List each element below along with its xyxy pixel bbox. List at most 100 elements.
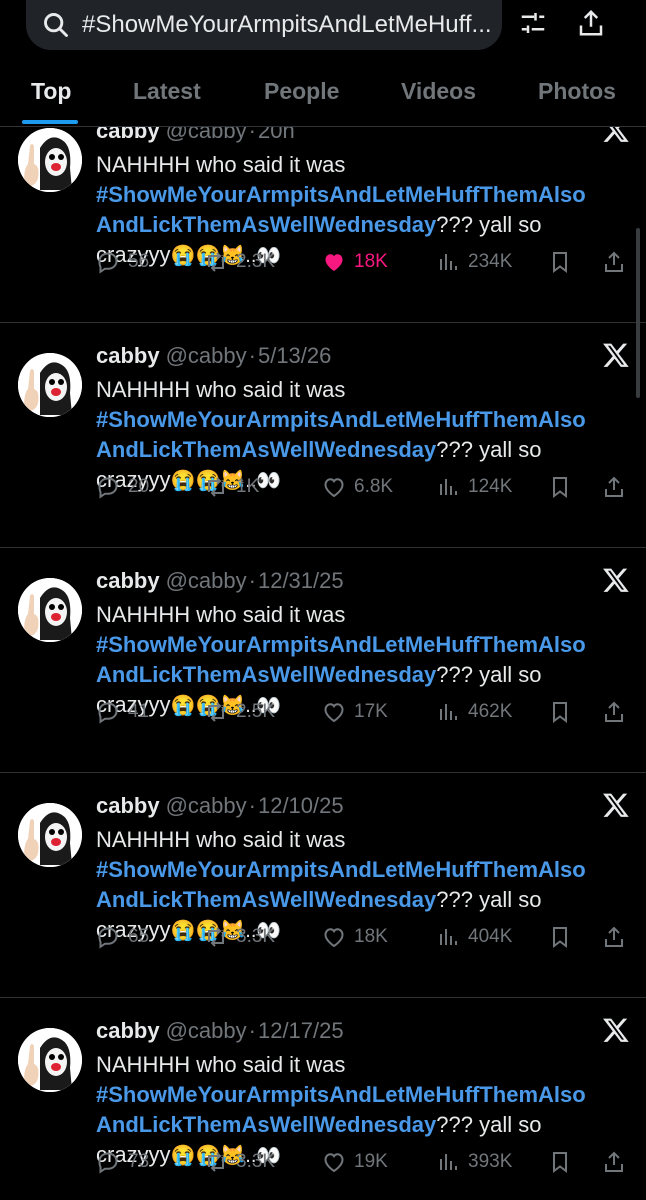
handle[interactable]: @cabby [166,793,247,818]
reply-icon [98,1152,118,1174]
avatar[interactable] [18,353,82,417]
tweet-actions: 41 2.5K 17K 462K [96,700,636,730]
tweet-actions: 56 2.3K 18K 234K [96,250,636,280]
like-button[interactable]: 19K [322,1150,388,1174]
search-icon [44,13,68,37]
views-icon [440,254,457,270]
views-icon [440,929,457,945]
reply-button[interactable]: 65 [96,925,149,949]
bookmark-button[interactable] [548,925,580,949]
handle[interactable]: @cabby [166,1018,247,1043]
share-tweet-button[interactable] [602,925,634,949]
reply-count: 56 [128,251,150,272]
view-count: 404K [468,926,513,947]
like-button[interactable]: 18K [322,925,388,949]
bookmark-button[interactable] [548,475,580,499]
repost-button[interactable]: 1K [204,475,259,499]
reply-button[interactable]: 56 [96,250,149,274]
tweet[interactable]: cabby @cabby·12/31/25 NAHHHH who said it … [0,548,646,773]
tweet-text-start: NAHHHH who said it was [96,827,346,852]
repost-count: 2.3K [236,251,276,272]
reply-button[interactable]: 41 [96,700,149,724]
share-tweet-button[interactable] [602,475,634,499]
views-button[interactable]: 404K [436,925,512,949]
view-count: 234K [468,251,513,272]
timestamp[interactable]: 12/10/25 [258,793,344,818]
like-button[interactable]: 6.8K [322,475,393,499]
tab-people[interactable]: People [264,78,339,105]
search-query[interactable]: #ShowMeYourArmpitsAndLetMeHuff... [82,11,492,39]
view-count: 124K [468,476,513,497]
bookmark-icon [553,927,567,948]
repost-icon [208,477,224,497]
like-button[interactable]: 17K [322,700,388,724]
tweet[interactable]: cabby @cabby·12/17/25 NAHHHH who said it … [0,998,646,1200]
share-icon [605,476,623,497]
reply-icon [98,477,118,499]
avatar[interactable] [18,803,82,867]
tweet-header: cabby @cabby·12/17/25 [96,1018,344,1044]
handle[interactable]: @cabby [166,343,247,368]
x-logo-icon [603,568,629,592]
like-count: 18K [354,926,388,947]
views-button[interactable]: 393K [436,1150,512,1174]
display-name[interactable]: cabby [96,793,160,818]
x-logo-icon [603,343,629,367]
avatar[interactable] [18,1028,82,1092]
tab-top[interactable]: Top [31,78,71,105]
views-icon [440,479,457,495]
views-button[interactable]: 462K [436,700,512,724]
reply-button[interactable]: 20 [96,475,149,499]
tweet[interactable]: cabby @cabby·20h NAHHHH who said it was #… [0,98,646,323]
views-icon [440,704,457,720]
share-icon[interactable] [576,8,606,38]
share-tweet-button[interactable] [602,250,634,274]
tab-photos[interactable]: Photos [538,78,616,105]
tweet[interactable]: cabby @cabby·5/13/26 NAHHHH who said it w… [0,323,646,548]
handle[interactable]: @cabby [166,568,247,593]
bookmark-icon [553,252,567,273]
avatar[interactable] [18,128,82,192]
tweet-actions: 20 1K 6.8K 124K [96,475,636,505]
repost-button[interactable]: 3.3K [204,1150,275,1174]
share-tweet-button[interactable] [602,700,634,724]
bookmark-button[interactable] [548,250,580,274]
repost-button[interactable]: 3.3K [204,925,275,949]
repost-button[interactable]: 2.5K [204,700,275,724]
filter-icon[interactable] [518,8,548,38]
reply-count: 73 [128,1151,150,1172]
search-bar[interactable]: #ShowMeYourArmpitsAndLetMeHuff... [26,0,502,50]
heart-icon [324,928,344,948]
bookmark-button[interactable] [548,700,580,724]
tab-latest[interactable]: Latest [133,78,201,105]
bookmark-button[interactable] [548,1150,580,1174]
repost-count: 3.3K [236,1151,276,1172]
display-name[interactable]: cabby [96,1018,160,1043]
repost-button[interactable]: 2.3K [204,250,275,274]
timestamp[interactable]: 12/17/25 [258,1018,344,1043]
display-name[interactable]: cabby [96,343,160,368]
reply-button[interactable]: 73 [96,1150,149,1174]
tab-videos[interactable]: Videos [401,78,476,105]
x-logo-icon [603,1018,629,1042]
like-button[interactable]: 18K [322,250,388,274]
scrollbar[interactable] [636,228,640,398]
repost-count: 1K [236,476,260,497]
tweet-header: cabby @cabby·12/31/25 [96,568,344,594]
like-count: 19K [354,1151,388,1172]
dot-separator: · [248,793,256,818]
reply-count: 20 [128,476,150,497]
tweet-text-start: NAHHHH who said it was [96,377,346,402]
timestamp[interactable]: 5/13/26 [258,343,331,368]
reply-count: 41 [128,701,150,722]
tweet[interactable]: cabby @cabby·12/10/25 NAHHHH who said it … [0,773,646,998]
views-button[interactable]: 124K [436,475,512,499]
display-name[interactable]: cabby [96,568,160,593]
views-button[interactable]: 234K [436,250,512,274]
avatar[interactable] [18,578,82,642]
timestamp[interactable]: 12/31/25 [258,568,344,593]
share-tweet-button[interactable] [602,1150,634,1174]
search-tabs: Top Latest People Videos Photos [0,74,646,124]
heart-icon [324,478,344,498]
tweet-text-after: ??? yall so [436,887,542,912]
